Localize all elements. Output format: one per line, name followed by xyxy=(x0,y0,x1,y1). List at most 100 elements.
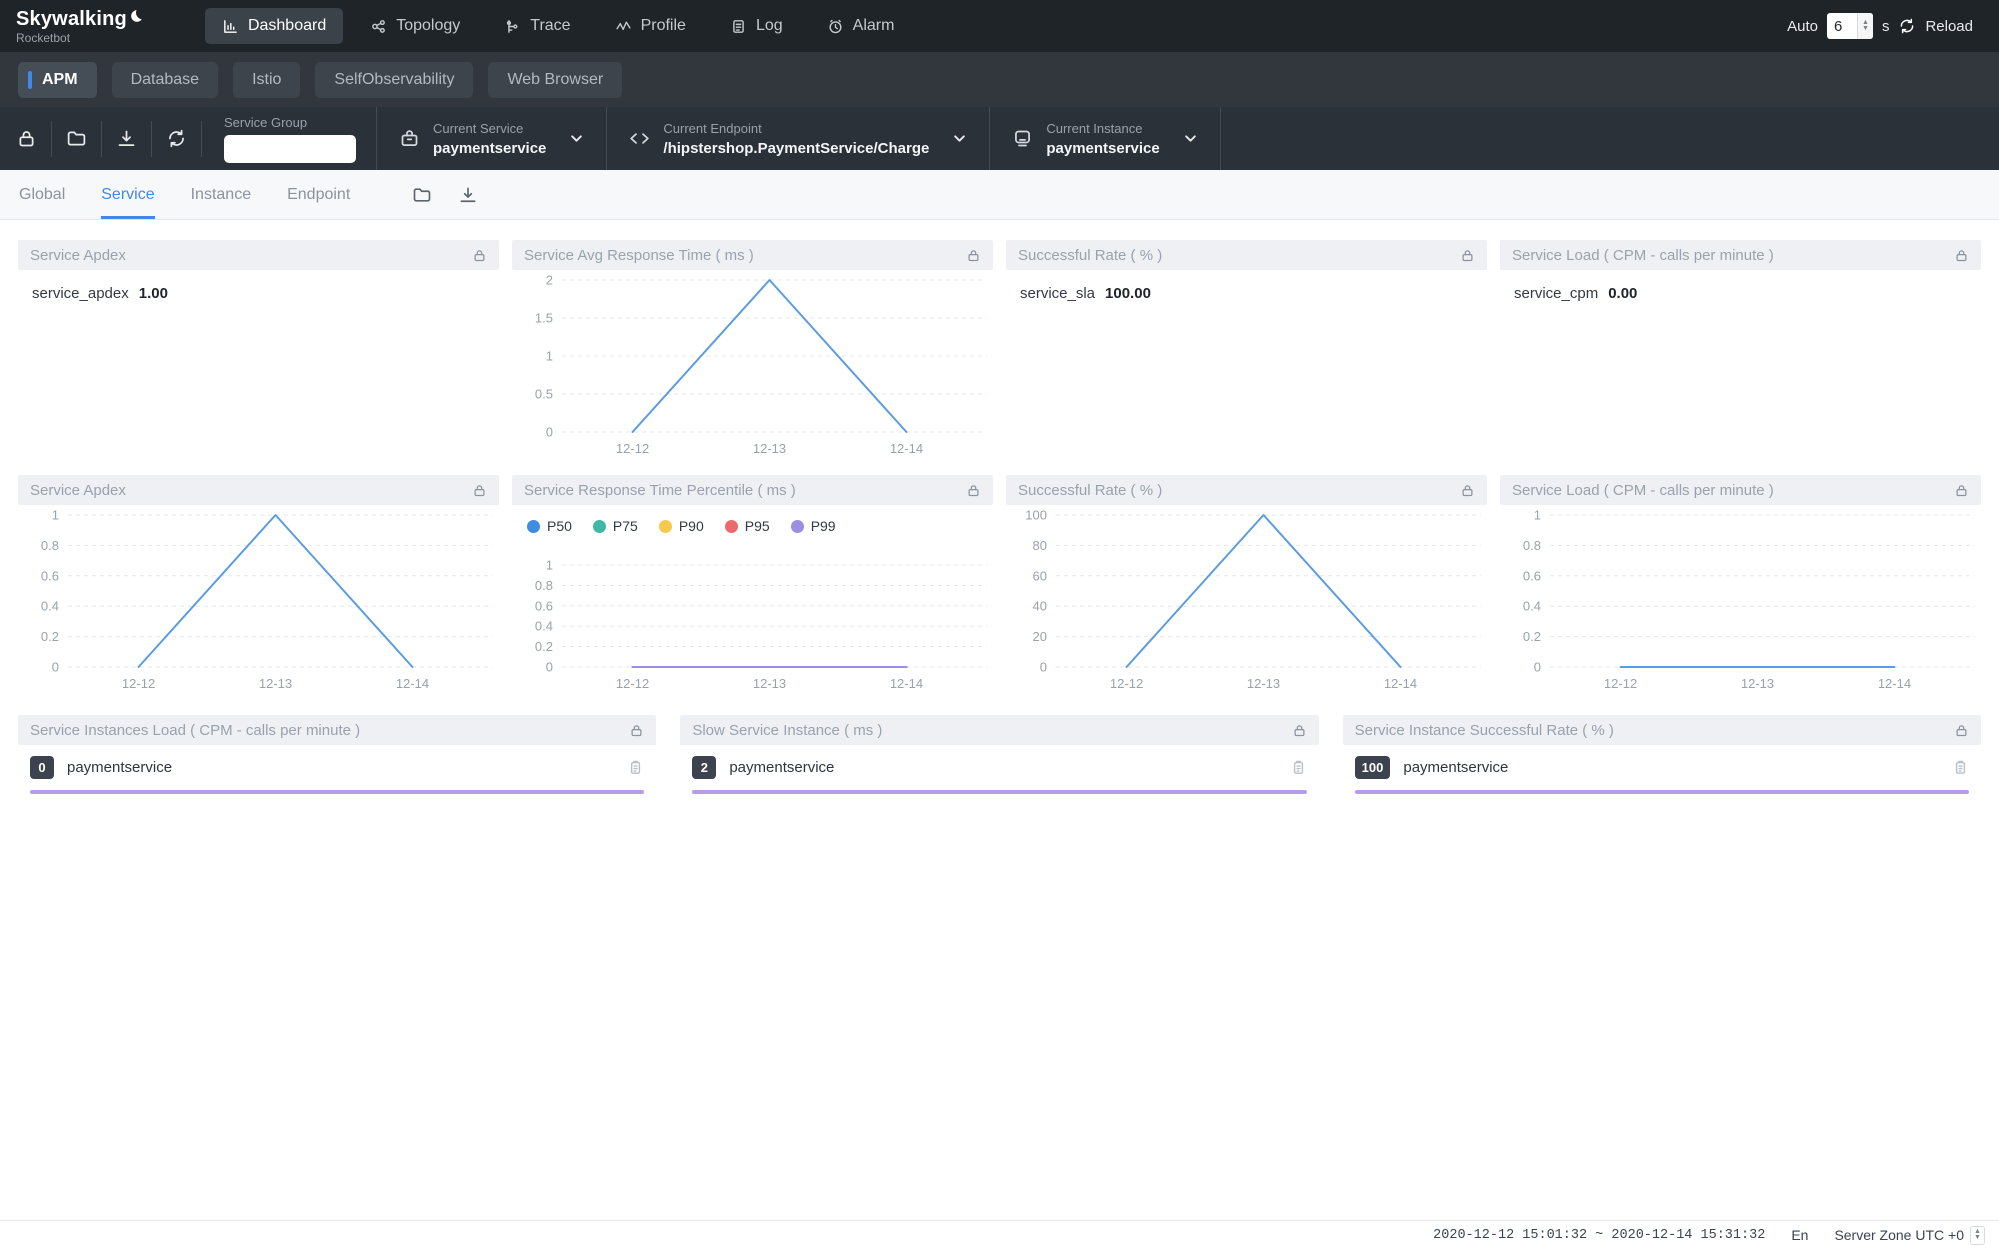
clipboard-icon[interactable] xyxy=(1290,759,1307,776)
legend-label: P95 xyxy=(745,518,770,534)
svg-text:12-14: 12-14 xyxy=(890,441,923,456)
service-icon xyxy=(399,128,420,149)
svg-text:0: 0 xyxy=(546,425,553,440)
svg-text:12-12: 12-12 xyxy=(1110,676,1143,691)
reload-icon[interactable] xyxy=(1898,17,1916,35)
nav-item-alarm[interactable]: Alarm xyxy=(810,8,912,44)
service-group-input[interactable] xyxy=(224,135,356,163)
card-service-apdex: Service Apdexservice_apdex1.00 xyxy=(18,240,499,462)
svg-text:12-13: 12-13 xyxy=(259,676,292,691)
card-body: service_sla100.00 xyxy=(1006,270,1487,462)
download-icon[interactable] xyxy=(458,185,478,205)
category-tab-web-browser[interactable]: Web Browser xyxy=(488,62,622,98)
svg-text:0.5: 0.5 xyxy=(535,387,553,402)
category-tab-istio[interactable]: Istio xyxy=(233,62,300,98)
nav-item-log[interactable]: Log xyxy=(713,8,800,44)
card-header: Service Load ( CPM - calls per minute ) xyxy=(1500,240,1981,270)
svg-text:12-14: 12-14 xyxy=(1384,676,1417,691)
svg-text:0.4: 0.4 xyxy=(41,599,59,614)
lock-icon[interactable] xyxy=(472,248,487,263)
auto-interval-value: 6 xyxy=(1827,18,1857,35)
chart-area: 02040608010012-1212-1312-14 xyxy=(1006,505,1487,697)
card-header: Service Response Time Percentile ( ms ) xyxy=(512,475,993,505)
tab-global[interactable]: Global xyxy=(19,170,65,219)
selector-current-endpoint[interactable]: Current Endpoint/hipstershop.PaymentServ… xyxy=(607,121,989,157)
lock-icon[interactable] xyxy=(1460,248,1475,263)
legend-label: P75 xyxy=(613,518,638,534)
legend-item-p95[interactable]: P95 xyxy=(725,518,770,534)
svg-text:80: 80 xyxy=(1033,538,1047,553)
time-range-picker[interactable]: 2020-12-12 15:01:32 ~ 2020-12-14 15:31:3… xyxy=(1433,1228,1765,1243)
toolbar-separator xyxy=(51,121,52,157)
instance-row: 100paymentservice xyxy=(1355,756,1969,779)
lock-icon[interactable] xyxy=(1292,723,1307,738)
server-zone-stepper[interactable]: ▲▼ xyxy=(1970,1226,1985,1245)
legend-item-p75[interactable]: P75 xyxy=(593,518,638,534)
folder-icon[interactable] xyxy=(66,128,87,149)
card-service-instances-load-cpm-calls-per-minute: Service Instances Load ( CPM - calls per… xyxy=(18,715,656,808)
metric-value: 100.00 xyxy=(1105,285,1151,302)
lock-icon[interactable] xyxy=(1954,248,1969,263)
nav-item-topology[interactable]: Topology xyxy=(353,8,477,44)
metric-name: service_apdex xyxy=(32,285,129,302)
toolbar-separator xyxy=(101,121,102,157)
auto-interval-input[interactable]: 6 ▲▼ xyxy=(1827,13,1873,39)
svg-text:12-13: 12-13 xyxy=(753,441,786,456)
tab-endpoint[interactable]: Endpoint xyxy=(287,170,350,219)
nav-item-label: Log xyxy=(756,17,783,35)
selector-current-service[interactable]: Current Servicepaymentservice xyxy=(377,121,606,157)
legend-item-p50[interactable]: P50 xyxy=(527,518,572,534)
svg-text:1: 1 xyxy=(546,558,553,573)
svg-text:0: 0 xyxy=(1534,660,1541,675)
lock-icon[interactable] xyxy=(1460,483,1475,498)
card-row-1: Service Apdexservice_apdex1.00 Service Av… xyxy=(18,240,1981,462)
legend-item-p99[interactable]: P99 xyxy=(791,518,836,534)
folder-icon[interactable] xyxy=(412,185,432,205)
clipboard-icon[interactable] xyxy=(1952,759,1969,776)
card-body: 100paymentservice xyxy=(1343,745,1981,808)
chevron-down-icon xyxy=(1183,131,1198,146)
lock-icon[interactable] xyxy=(16,128,37,149)
lock-icon[interactable] xyxy=(629,723,644,738)
card-title: Successful Rate ( % ) xyxy=(1018,482,1460,499)
card-row-3: Service Instances Load ( CPM - calls per… xyxy=(18,715,1981,808)
card-service-response-time-percentile-ms: Service Response Time Percentile ( ms )P… xyxy=(512,475,993,697)
svg-text:12-14: 12-14 xyxy=(396,676,429,691)
reload-button[interactable]: Reload xyxy=(1925,18,1973,35)
language-toggle[interactable]: En xyxy=(1791,1227,1808,1243)
legend-dot xyxy=(659,520,672,533)
lock-icon[interactable] xyxy=(966,483,981,498)
nav-item-dashboard[interactable]: Dashboard xyxy=(205,8,343,44)
category-tab-apm[interactable]: APM xyxy=(18,62,97,98)
alarm-icon xyxy=(827,18,844,35)
auto-interval-stepper[interactable]: ▲▼ xyxy=(1857,13,1873,39)
svg-text:0.6: 0.6 xyxy=(1523,568,1541,583)
selector-label: Current Endpoint xyxy=(663,121,929,136)
chart-legend: P50 P75 P90 P95 P99 xyxy=(512,505,993,534)
tab-service[interactable]: Service xyxy=(101,170,154,219)
clipboard-icon[interactable] xyxy=(627,759,644,776)
lock-icon[interactable] xyxy=(472,483,487,498)
download-icon[interactable] xyxy=(116,128,137,149)
tab-instance[interactable]: Instance xyxy=(191,170,251,219)
lock-icon[interactable] xyxy=(966,248,981,263)
card-title: Service Avg Response Time ( ms ) xyxy=(524,247,966,264)
card-service-avg-response-time-ms: Service Avg Response Time ( ms )00.511.5… xyxy=(512,240,993,462)
nav-item-profile[interactable]: Profile xyxy=(598,8,703,44)
category-tab-selfobservability[interactable]: SelfObservability xyxy=(315,62,473,98)
refresh-icon[interactable] xyxy=(166,128,187,149)
nav-item-trace[interactable]: Trace xyxy=(487,8,587,44)
legend-item-p90[interactable]: P90 xyxy=(659,518,704,534)
selector-current-instance[interactable]: Current Instancepaymentservice xyxy=(990,121,1219,157)
lock-icon[interactable] xyxy=(1954,723,1969,738)
chart-area: 00.20.40.60.8112-1212-1312-14 xyxy=(1500,505,1981,697)
legend-dot xyxy=(791,520,804,533)
lock-icon[interactable] xyxy=(1954,483,1969,498)
card-header: Successful Rate ( % ) xyxy=(1006,475,1487,505)
svg-text:0.6: 0.6 xyxy=(535,598,553,613)
svg-text:1: 1 xyxy=(546,349,553,364)
svg-text:60: 60 xyxy=(1033,568,1047,583)
svg-text:0: 0 xyxy=(546,660,553,675)
category-tab-database[interactable]: Database xyxy=(112,62,219,98)
trace-icon xyxy=(504,18,521,35)
